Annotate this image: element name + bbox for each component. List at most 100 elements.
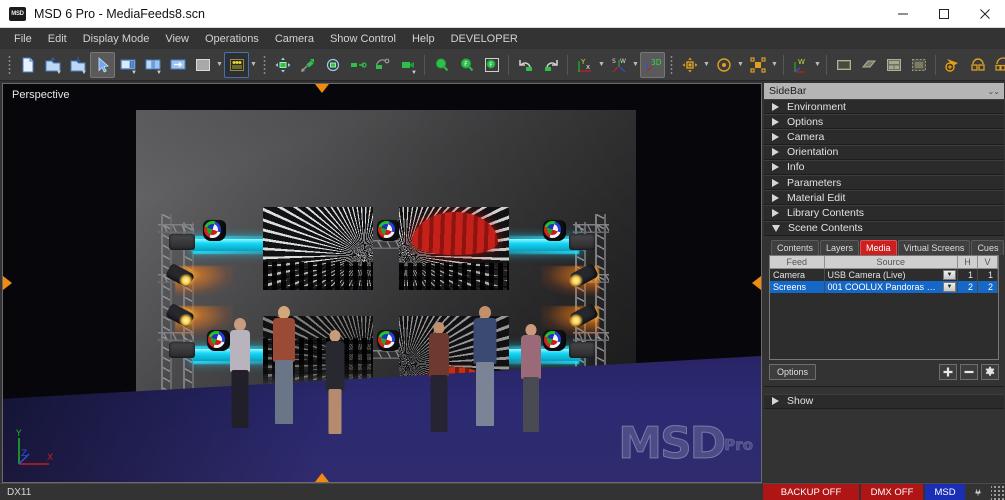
collapse-chevrons-icon[interactable]: ⌄⌄ (988, 87, 1000, 96)
save-file-button[interactable]: ▼ (65, 52, 90, 78)
stage-preset-caret[interactable]: ▼ (249, 52, 258, 78)
gizmo-move-button[interactable] (677, 52, 702, 78)
tab-virtual-screens[interactable]: Virtual Screens (897, 239, 971, 255)
tab-cues[interactable]: Cues (971, 239, 1004, 255)
media-settings-button[interactable] (981, 363, 999, 380)
group-three-button[interactable] (990, 52, 1005, 78)
view-3d-button[interactable]: 3D (640, 51, 665, 78)
zoom-selection-button[interactable]: F (479, 52, 504, 78)
select-arrow-button[interactable] (90, 51, 115, 78)
cell-source[interactable]: 001 COOLUX Pandoras Box @ 1... ▼ (824, 280, 958, 293)
viewport-container[interactable]: MSDPro Y X Z Perspective (2, 83, 762, 483)
close-button[interactable] (964, 0, 1005, 28)
toolbar-grip[interactable] (668, 53, 674, 76)
screen-top-right[interactable] (399, 207, 509, 290)
sidebar-item-environment[interactable]: Environment (764, 99, 1004, 115)
screen-layout-button[interactable]: ▼ (115, 52, 140, 78)
group-two-button[interactable] (965, 52, 990, 78)
sidebar-item-camera[interactable]: Camera (764, 129, 1004, 145)
add-media-button[interactable] (939, 363, 957, 380)
axis-sw-button[interactable]: S W (606, 52, 631, 78)
sidebar-item-show[interactable]: Show (764, 393, 1004, 409)
resize-grip[interactable] (991, 483, 1005, 500)
align-tool-button[interactable] (345, 52, 370, 78)
column-header-h[interactable]: H (957, 255, 978, 269)
person-figure[interactable] (321, 330, 349, 434)
axis-world-button[interactable]: W (788, 52, 813, 78)
axis-yx-button[interactable]: Y x (572, 52, 597, 78)
gizmo-rotate-button[interactable] (711, 52, 736, 78)
sidebar-item-material-edit[interactable]: Material Edit (764, 190, 1004, 206)
viewport-marker-bottom[interactable] (315, 473, 329, 482)
screen-top-left[interactable] (263, 207, 373, 290)
sidebar-item-options[interactable]: Options (764, 114, 1004, 130)
menu-operations[interactable]: Operations (197, 31, 267, 47)
move-tool-button[interactable] (270, 52, 295, 78)
remove-media-button[interactable] (960, 363, 978, 380)
bend-tool-button[interactable] (370, 52, 395, 78)
plug-icon[interactable] (967, 484, 989, 500)
table-row[interactable]: Screens 001 COOLUX Pandoras Box @ 1... ▼… (770, 280, 998, 293)
gizmo-scale-caret[interactable]: ▼ (770, 52, 779, 78)
zoom-fit-button[interactable]: F (454, 52, 479, 78)
toolbar-grip[interactable] (261, 53, 267, 76)
options-button[interactable]: Options (769, 363, 817, 380)
open-file-button[interactable]: ▼ (40, 52, 65, 78)
media-table-container[interactable]: Feed Source H V Camera USB Camera (Live)… (769, 254, 999, 360)
perspective-viewport[interactable]: MSDPro Y X Z Perspective (3, 84, 761, 482)
menu-display-mode[interactable]: Display Mode (75, 31, 158, 47)
new-document-button[interactable] (15, 52, 40, 78)
cell-source[interactable]: USB Camera (Live) ▼ (824, 268, 958, 281)
tab-media[interactable]: Media (860, 239, 897, 255)
menu-show-control[interactable]: Show Control (322, 31, 404, 47)
gizmo-move-caret[interactable]: ▼ (702, 52, 711, 78)
sidebar-item-library-contents[interactable]: Library Contents (764, 205, 1004, 221)
viewport-marker-left[interactable] (3, 276, 12, 290)
menu-camera[interactable]: Camera (267, 31, 322, 47)
menu-file[interactable]: File (6, 31, 40, 47)
book-library-button[interactable]: ▼ (140, 52, 165, 78)
person-figure[interactable] (425, 322, 453, 432)
backup-status-badge[interactable]: BACKUP OFF (763, 483, 859, 500)
dmx-status-badge[interactable]: DMX OFF (861, 483, 923, 500)
msd-status-badge[interactable]: MSD (925, 483, 965, 500)
toolbar-grip[interactable] (6, 53, 12, 76)
tab-contents[interactable]: Contents (771, 239, 820, 255)
sidebar-item-parameters[interactable]: Parameters (764, 174, 1004, 191)
rotate-tool-button[interactable] (320, 52, 345, 78)
viewport-marker-top[interactable] (315, 84, 329, 93)
menu-help[interactable]: Help (404, 31, 443, 47)
minimize-button[interactable] (882, 0, 923, 28)
texture-plane-button[interactable] (856, 52, 881, 78)
undo-view-button[interactable] (513, 52, 538, 78)
layout-grid-button[interactable] (881, 52, 906, 78)
camera-dropdown-button[interactable]: ▼ (395, 52, 420, 78)
axis-yx-caret[interactable]: ▼ (597, 52, 606, 78)
surface-fill-button[interactable] (190, 52, 215, 78)
add-fixture-button[interactable] (940, 52, 965, 78)
redo-view-button[interactable] (538, 52, 563, 78)
column-header-feed[interactable]: Feed (770, 255, 825, 269)
sidebar-item-info[interactable]: Info (764, 159, 1004, 175)
scale-tool-button[interactable] (295, 52, 320, 78)
column-header-v[interactable]: V (977, 255, 998, 269)
axis-world-caret[interactable]: ▼ (813, 52, 822, 78)
menu-edit[interactable]: Edit (40, 31, 75, 47)
gizmo-scale-button[interactable] (745, 52, 770, 78)
source-dropdown-icon[interactable]: ▼ (943, 281, 956, 292)
menu-developer[interactable]: DEVELOPER (443, 31, 526, 47)
swap-button[interactable] (165, 52, 190, 78)
person-figure[interactable] (517, 324, 545, 432)
person-figure[interactable] (269, 306, 299, 424)
selection-marquee-button[interactable] (906, 52, 931, 78)
surface-fill-caret[interactable]: ▼ (215, 52, 224, 78)
maximize-button[interactable] (923, 0, 964, 28)
column-header-source[interactable]: Source (824, 255, 958, 269)
stage-preset-button[interactable] (224, 51, 249, 78)
tab-layers[interactable]: Layers (820, 239, 860, 255)
render-view-button[interactable] (831, 52, 856, 78)
person-figure[interactable] (225, 318, 255, 428)
source-dropdown-icon[interactable]: ▼ (943, 269, 956, 280)
menu-view[interactable]: View (157, 31, 197, 47)
table-row[interactable]: Camera USB Camera (Live) ▼ 1 1 (770, 268, 998, 281)
